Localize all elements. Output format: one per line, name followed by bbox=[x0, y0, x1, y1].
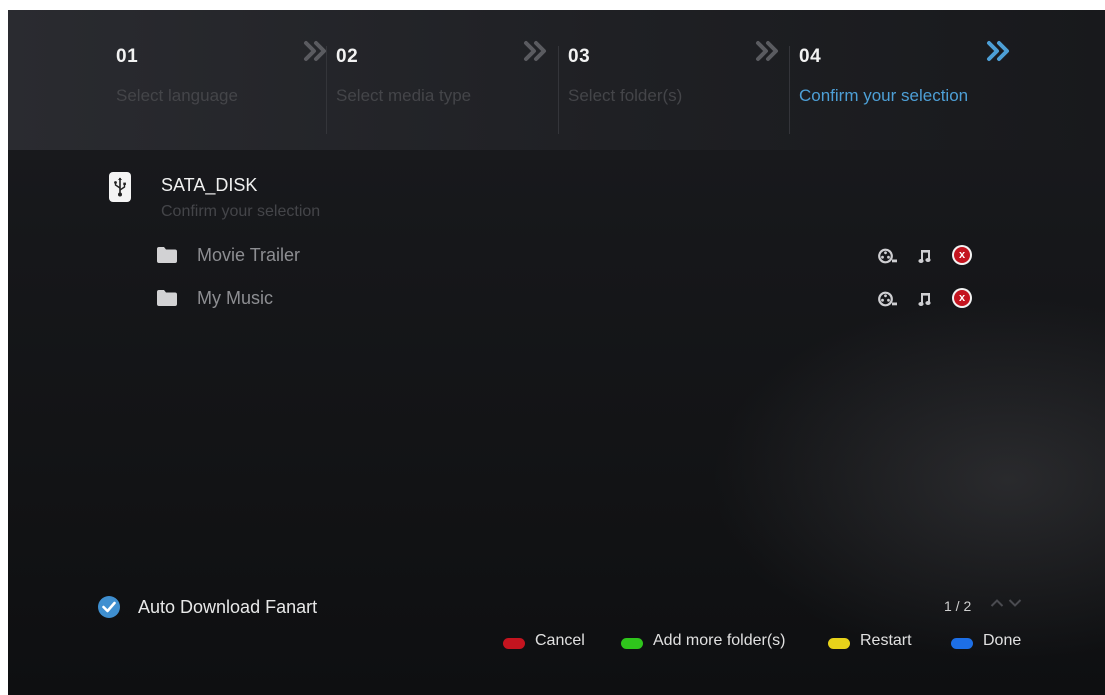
auto-download-label[interactable]: Auto Download Fanart bbox=[138, 597, 317, 618]
close-icon: x bbox=[954, 290, 970, 306]
step-number: 02 bbox=[336, 46, 359, 67]
step-label: Select language bbox=[116, 86, 238, 105]
folder-icon bbox=[157, 290, 177, 306]
double-chevron-right-icon bbox=[756, 41, 778, 61]
device-subtitle: Confirm your selection bbox=[161, 203, 321, 220]
step-number: 04 bbox=[799, 46, 822, 67]
blue-key-icon bbox=[951, 638, 973, 649]
folder-name: My Music bbox=[197, 288, 273, 308]
device-name: SATA_DISK bbox=[161, 175, 258, 195]
green-key-icon bbox=[621, 638, 643, 649]
step-select-media-type[interactable]: 02 Select media type bbox=[326, 10, 557, 150]
step-select-folders[interactable]: 03 Select folder(s) bbox=[558, 10, 789, 150]
remove-folder-button[interactable]: x bbox=[952, 245, 972, 265]
step-divider bbox=[789, 46, 790, 134]
music-note-icon bbox=[918, 293, 931, 306]
folder-name: Movie Trailer bbox=[197, 245, 301, 265]
auto-download-checkbox[interactable] bbox=[98, 596, 120, 618]
red-key-icon bbox=[503, 638, 525, 649]
yellow-key-icon bbox=[828, 638, 850, 649]
step-confirm-selection[interactable]: 04 Confirm your selection bbox=[789, 10, 1020, 150]
hint-label: Restart bbox=[860, 632, 912, 649]
double-chevron-right-icon bbox=[987, 41, 1009, 61]
step-label: Select media type bbox=[336, 86, 472, 105]
chevron-up-icon[interactable] bbox=[990, 598, 1004, 608]
step-select-language[interactable]: 01 Select language bbox=[106, 10, 337, 150]
folder-row[interactable]: Movie Trailer x bbox=[156, 242, 986, 272]
music-note-icon bbox=[918, 250, 931, 263]
folder-row[interactable]: My Music x bbox=[156, 285, 986, 315]
step-number: 03 bbox=[568, 46, 591, 67]
folder-icon bbox=[157, 247, 177, 263]
hint-label: Add more folder(s) bbox=[653, 632, 786, 649]
step-label: Select folder(s) bbox=[568, 86, 683, 105]
step-divider bbox=[558, 46, 559, 134]
close-icon: x bbox=[954, 247, 970, 263]
double-chevron-right-icon bbox=[524, 41, 546, 61]
video-reel-icon bbox=[878, 248, 897, 264]
hint-label: Cancel bbox=[535, 632, 585, 649]
video-reel-icon bbox=[878, 291, 897, 307]
page-indicator: 1 / 2 bbox=[944, 598, 972, 614]
setup-wizard-screen: 01 Select language 02 Select media type … bbox=[8, 10, 1105, 695]
hint-label: Done bbox=[983, 632, 1022, 649]
chevron-down-icon[interactable] bbox=[1008, 598, 1022, 608]
checkmark-icon bbox=[102, 601, 116, 613]
wizard-step-bar: 01 Select language 02 Select media type … bbox=[8, 10, 1105, 150]
remove-folder-button[interactable]: x bbox=[952, 288, 972, 308]
step-number: 01 bbox=[116, 46, 139, 67]
usb-icon bbox=[109, 172, 131, 202]
step-divider bbox=[326, 46, 327, 134]
step-label: Confirm your selection bbox=[799, 86, 969, 105]
